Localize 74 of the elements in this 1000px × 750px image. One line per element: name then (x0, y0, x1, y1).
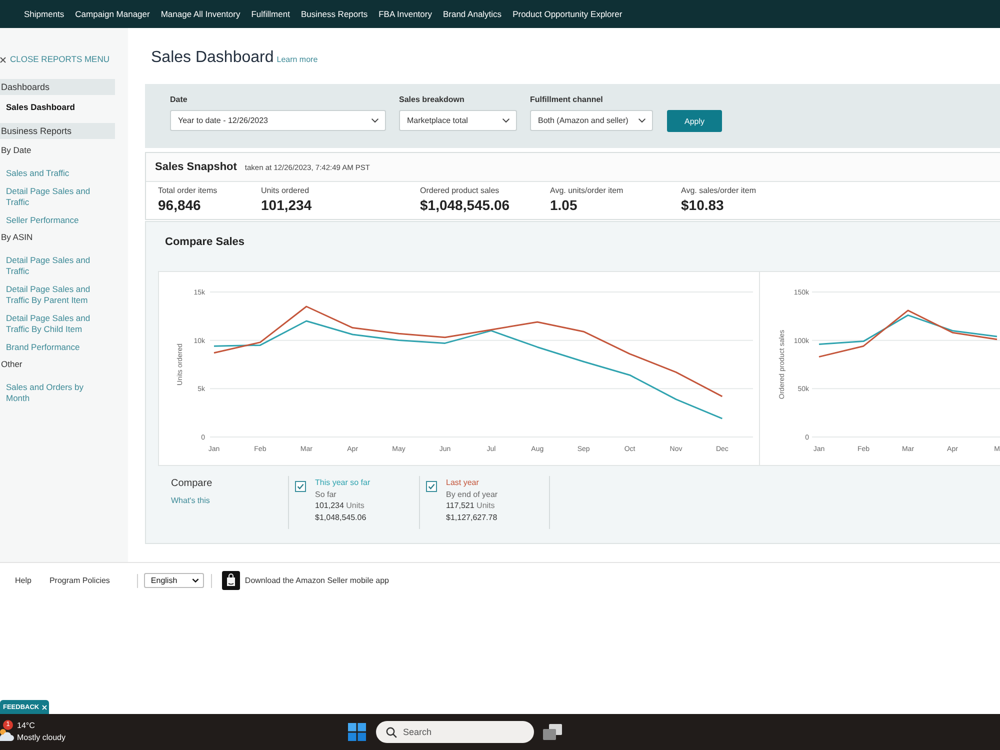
filter-label: Date (170, 95, 188, 105)
nav-link[interactable]: Business Reports (300, 8, 368, 20)
units-text: 117,521 Units (446, 500, 495, 512)
close-icon[interactable] (42, 704, 48, 710)
chevron-down-icon (502, 118, 510, 123)
metric-value: 96,846 (158, 197, 201, 213)
dropdown-select[interactable]: Year to date - 12/26/2023 (170, 110, 386, 131)
sidebar-item[interactable]: Seller Performance (0, 211, 79, 229)
app-download-link[interactable]: Download the Amazon Seller mobile app (244, 576, 390, 585)
metric-label: Avg. units/order item (550, 186, 624, 196)
metric-value: 1.05 (550, 197, 578, 213)
metric-value: 101,234 (261, 197, 312, 213)
metric-label: Total order items (158, 186, 218, 196)
footer-link[interactable]: Help (15, 576, 32, 585)
nav-link[interactable]: Fulfillment (251, 8, 290, 20)
metric-value: $1,048,545.06 (420, 197, 510, 213)
sales-amount: $1,127,627.78 (446, 512, 498, 523)
dropdown-select[interactable]: Marketplace total (399, 110, 517, 131)
search-field[interactable]: Search (376, 721, 534, 743)
four-squares-icon[interactable] (348, 723, 366, 741)
sidebar-item[interactable]: Detail Page Sales and Traffic By Child Item (0, 309, 102, 338)
close-reports-menu-button[interactable]: CLOSE REPORTS MENU (0, 54, 110, 65)
sidebar-item[interactable]: Detail Page Sales and Traffic By Parent Item (0, 280, 102, 309)
nav-link[interactable]: Campaign Manager (75, 8, 150, 20)
sidebar-item[interactable]: Brand Performance (0, 338, 80, 356)
sidebar-section-header: Business Reports (0, 123, 115, 139)
section-title: Sales Snapshot (155, 161, 237, 173)
nav-link[interactable]: Brand Analytics (442, 8, 502, 20)
series-name: This year so far (315, 477, 370, 488)
sidebar-item[interactable]: Detail Page Sales and Traffic (0, 182, 102, 211)
shopping-bag-icon[interactable] (222, 571, 240, 590)
nav-link[interactable]: Shipments (24, 8, 64, 20)
sidebar-item[interactable]: Sales and Orders by Month (0, 378, 102, 407)
metric-label: Avg. sales/order item (681, 186, 756, 196)
sidebar-group-label: Other (0, 358, 22, 371)
period-text: By end of year (446, 488, 498, 500)
search-icon (386, 726, 397, 738)
footer-link[interactable]: Program Policies (49, 576, 110, 585)
checkbox[interactable] (426, 481, 437, 492)
sidebar-group-label: By ASIN (0, 231, 33, 244)
partly-cloudy-icon[interactable] (0, 728, 14, 742)
chevron-down-icon (192, 578, 199, 583)
whats-this-link[interactable]: What's this (171, 495, 210, 506)
metric-value: $10.83 (681, 197, 724, 213)
overlapping-squares-icon[interactable] (543, 724, 562, 740)
chevron-down-icon (638, 118, 646, 123)
page-title: Sales Dashboard (151, 48, 274, 68)
temperature-text: 14°C (17, 720, 35, 732)
sidebar-group-label: By Date (0, 144, 32, 157)
nav-link[interactable]: Manage All Inventory (160, 8, 240, 20)
nav-link[interactable]: Product Opportunity Explorer (512, 8, 622, 20)
sidebar-item[interactable]: Detail Page Sales and Traffic (0, 251, 102, 280)
series-name: Last year (446, 477, 479, 488)
nav-link[interactable]: FBA Inventory (378, 8, 432, 20)
sidebar-item[interactable]: Sales Dashboard (0, 98, 75, 116)
checkbox[interactable] (295, 481, 306, 492)
weather-condition-text: Mostly cloudy (17, 732, 66, 744)
metric-label: Units ordered (261, 186, 310, 196)
chevron-down-icon (371, 118, 379, 123)
period-text: So far (315, 488, 336, 500)
sales-amount: $1,048,545.06 (315, 512, 366, 523)
compare-label: Compare (171, 477, 212, 491)
units-text: 101,234 Units (315, 500, 364, 512)
filter-label: Sales breakdown (399, 95, 464, 105)
metric-label: Ordered product sales (420, 186, 500, 196)
apply-button[interactable]: Apply (667, 110, 722, 132)
dropdown-select[interactable]: Both (Amazon and seller) (530, 110, 653, 131)
close-icon (0, 56, 6, 62)
filter-label: Fulfillment channel (530, 95, 603, 105)
language-select[interactable]: English (144, 573, 204, 588)
sidebar-item[interactable]: Sales and Traffic (0, 164, 70, 182)
learn-more-link[interactable]: Learn more (276, 55, 318, 64)
section-title: Compare Sales (165, 235, 244, 249)
sidebar-section-header: Dashboards (0, 79, 115, 95)
